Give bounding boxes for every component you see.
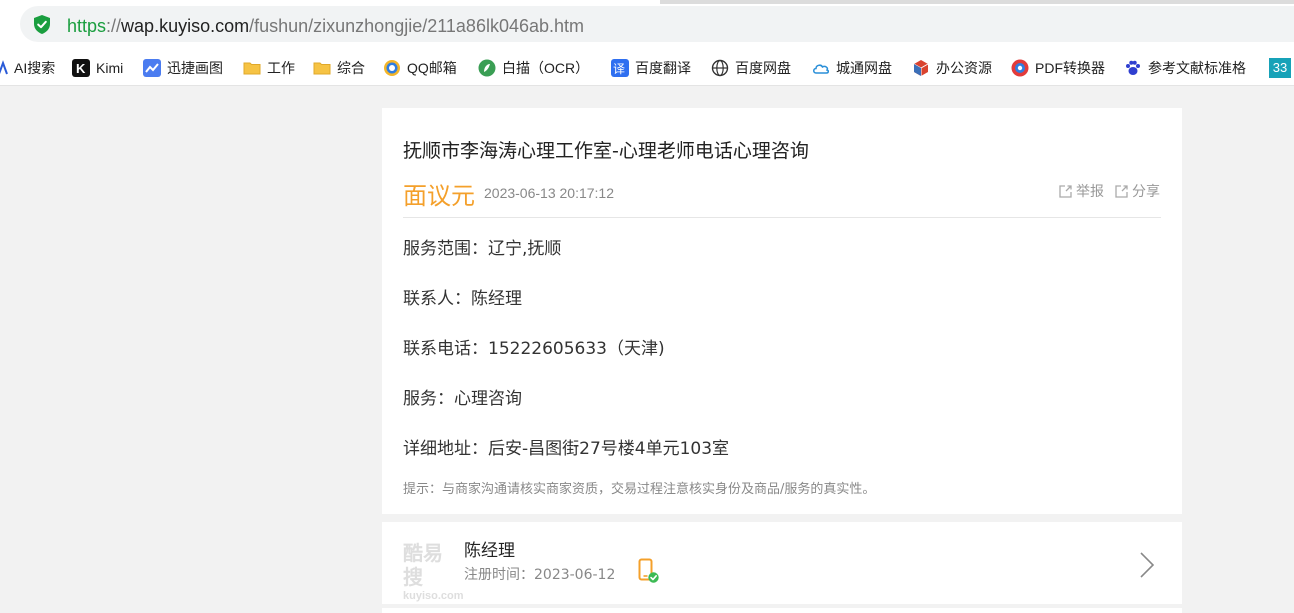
bookmark-label: AI搜索 — [14, 60, 56, 76]
bookmark-label: QQ邮箱 — [407, 60, 457, 76]
bookmark-label: 百度翻译 — [635, 60, 691, 76]
url-scheme: https — [67, 16, 107, 36]
listing-card: 抚顺市李海涛心理工作室-心理老师电话心理咨询 面议元 2023-06-13 20… — [382, 108, 1182, 514]
bookmark-folder-work[interactable]: 工作 — [243, 58, 295, 78]
bookmark-label: 迅捷画图 — [167, 60, 223, 76]
service-area-field: 服务范围：辽宁,抚顺 — [403, 239, 562, 259]
bookmark-label: 参考文献标准格 — [1148, 60, 1246, 76]
address-bar: https://wap.kuyiso.com/fushun/zixunzhong… — [0, 0, 1294, 48]
registration-date: 注册时间：2023-06-12 — [464, 567, 616, 583]
bookmark-label: 工作 — [267, 60, 295, 76]
logo-domain: kuyiso.com — [403, 590, 464, 602]
address-field: 详细地址：后安-昌图街27号楼4单元103室 — [403, 439, 730, 459]
bookmark-xunjie-draw[interactable]: 迅捷画图 — [143, 58, 223, 78]
contact-person-field: 联系人：陈经理 — [403, 289, 522, 309]
bookmark-baidu-translate[interactable]: 译 百度翻译 — [611, 58, 691, 78]
baidu-translate-icon: 译 — [611, 59, 629, 77]
safety-tip: 提示：与商家沟通请核实商家资质，交易过程注意核实身份及商品/服务的真实性。 — [403, 482, 876, 497]
folder-icon — [313, 59, 331, 77]
bookmark-kimi[interactable]: K Kimi — [72, 58, 123, 78]
contact-phone-field[interactable]: 联系电话：15222605633（天津) — [403, 334, 665, 359]
svg-text:K: K — [76, 61, 86, 76]
secure-shield-icon[interactable] — [34, 15, 50, 34]
bookmark-ai-search[interactable]: AI搜索 — [0, 58, 55, 78]
bookmark-office-resources[interactable]: 办公资源 — [912, 58, 992, 78]
url-separator: :// — [106, 16, 122, 36]
ai-search-icon — [0, 59, 8, 77]
qq-mail-icon — [383, 59, 401, 77]
listing-date: 2023-06-13 20:17:12 — [484, 185, 614, 201]
bookmark-label: 城通网盘 — [836, 60, 892, 76]
bookmark-label: 综合 — [337, 60, 365, 76]
seller-card[interactable]: 酷易搜 kuyiso.com 陈经理 注册时间：2023-06-12 — [382, 522, 1182, 604]
report-label: 举报 — [1076, 184, 1104, 200]
bookmark-baidu-pan[interactable]: 百度网盘 — [711, 58, 791, 78]
url-path: /fushun/zixunzhongjie/211a86lk046ab.htm — [249, 16, 585, 36]
divider — [403, 217, 1161, 218]
globe-icon — [711, 59, 729, 77]
folder-icon — [243, 59, 261, 77]
report-icon — [1059, 184, 1072, 198]
bookmark-label: Kimi — [96, 60, 124, 76]
share-label: 分享 — [1132, 184, 1160, 200]
logo-text: 酷易搜 — [403, 541, 443, 589]
bookmark-label: 白描（OCR） — [502, 60, 590, 76]
service-field: 服务：心理咨询 — [403, 389, 522, 409]
verified-phone-icon — [638, 558, 659, 583]
bookmark-overflow[interactable]: 33 — [1269, 58, 1291, 78]
seller-name: 陈经理 — [464, 541, 515, 561]
listing-actions: 举报 分享 — [1048, 181, 1160, 201]
next-card-edge — [382, 608, 1182, 613]
report-button[interactable]: 举报 — [1058, 181, 1104, 201]
office-cube-icon — [912, 59, 930, 77]
bookmark-baimiao[interactable]: 白描（OCR） — [478, 58, 589, 78]
cloud-icon — [812, 59, 830, 77]
bookmarks-bar: AI搜索 K Kimi 迅捷画图 工作 综合 QQ邮箱 白描（OCR） 译 百度… — [0, 48, 1294, 86]
share-icon — [1115, 184, 1128, 198]
url-text[interactable]: https://wap.kuyiso.com/fushun/zixunzhong… — [67, 15, 584, 37]
bookmark-reference-format[interactable]: 参考文献标准格 — [1124, 58, 1246, 78]
listing-price: 面议元 — [403, 182, 475, 210]
listing-title: 抚顺市李海涛心理工作室-心理老师电话心理咨询 — [403, 140, 809, 162]
bookmark-label: 办公资源 — [936, 60, 992, 76]
baidu-paw-icon — [1124, 59, 1142, 77]
kuyiso-logo: 酷易搜 kuyiso.com — [403, 541, 464, 602]
svg-text:译: 译 — [613, 62, 625, 76]
badge-icon: 33 — [1269, 58, 1291, 78]
bookmark-pdf-converter[interactable]: PDF转换器 — [1011, 58, 1105, 78]
url-host: wap.kuyiso.com — [121, 16, 250, 36]
chevron-right-icon[interactable] — [1140, 552, 1154, 578]
bookmark-label: 百度网盘 — [735, 60, 791, 76]
bookmark-qq-mail[interactable]: QQ邮箱 — [383, 58, 457, 78]
share-button[interactable]: 分享 — [1114, 181, 1160, 201]
tab-strip — [660, 0, 1294, 4]
baimiao-icon — [478, 59, 496, 77]
bookmark-folder-general[interactable]: 综合 — [313, 58, 365, 78]
xunjie-draw-icon — [143, 59, 161, 77]
bookmark-label: PDF转换器 — [1035, 60, 1105, 76]
kimi-icon: K — [72, 59, 90, 77]
pdf-converter-icon — [1011, 59, 1029, 77]
bookmark-ctfile[interactable]: 城通网盘 — [812, 58, 892, 78]
